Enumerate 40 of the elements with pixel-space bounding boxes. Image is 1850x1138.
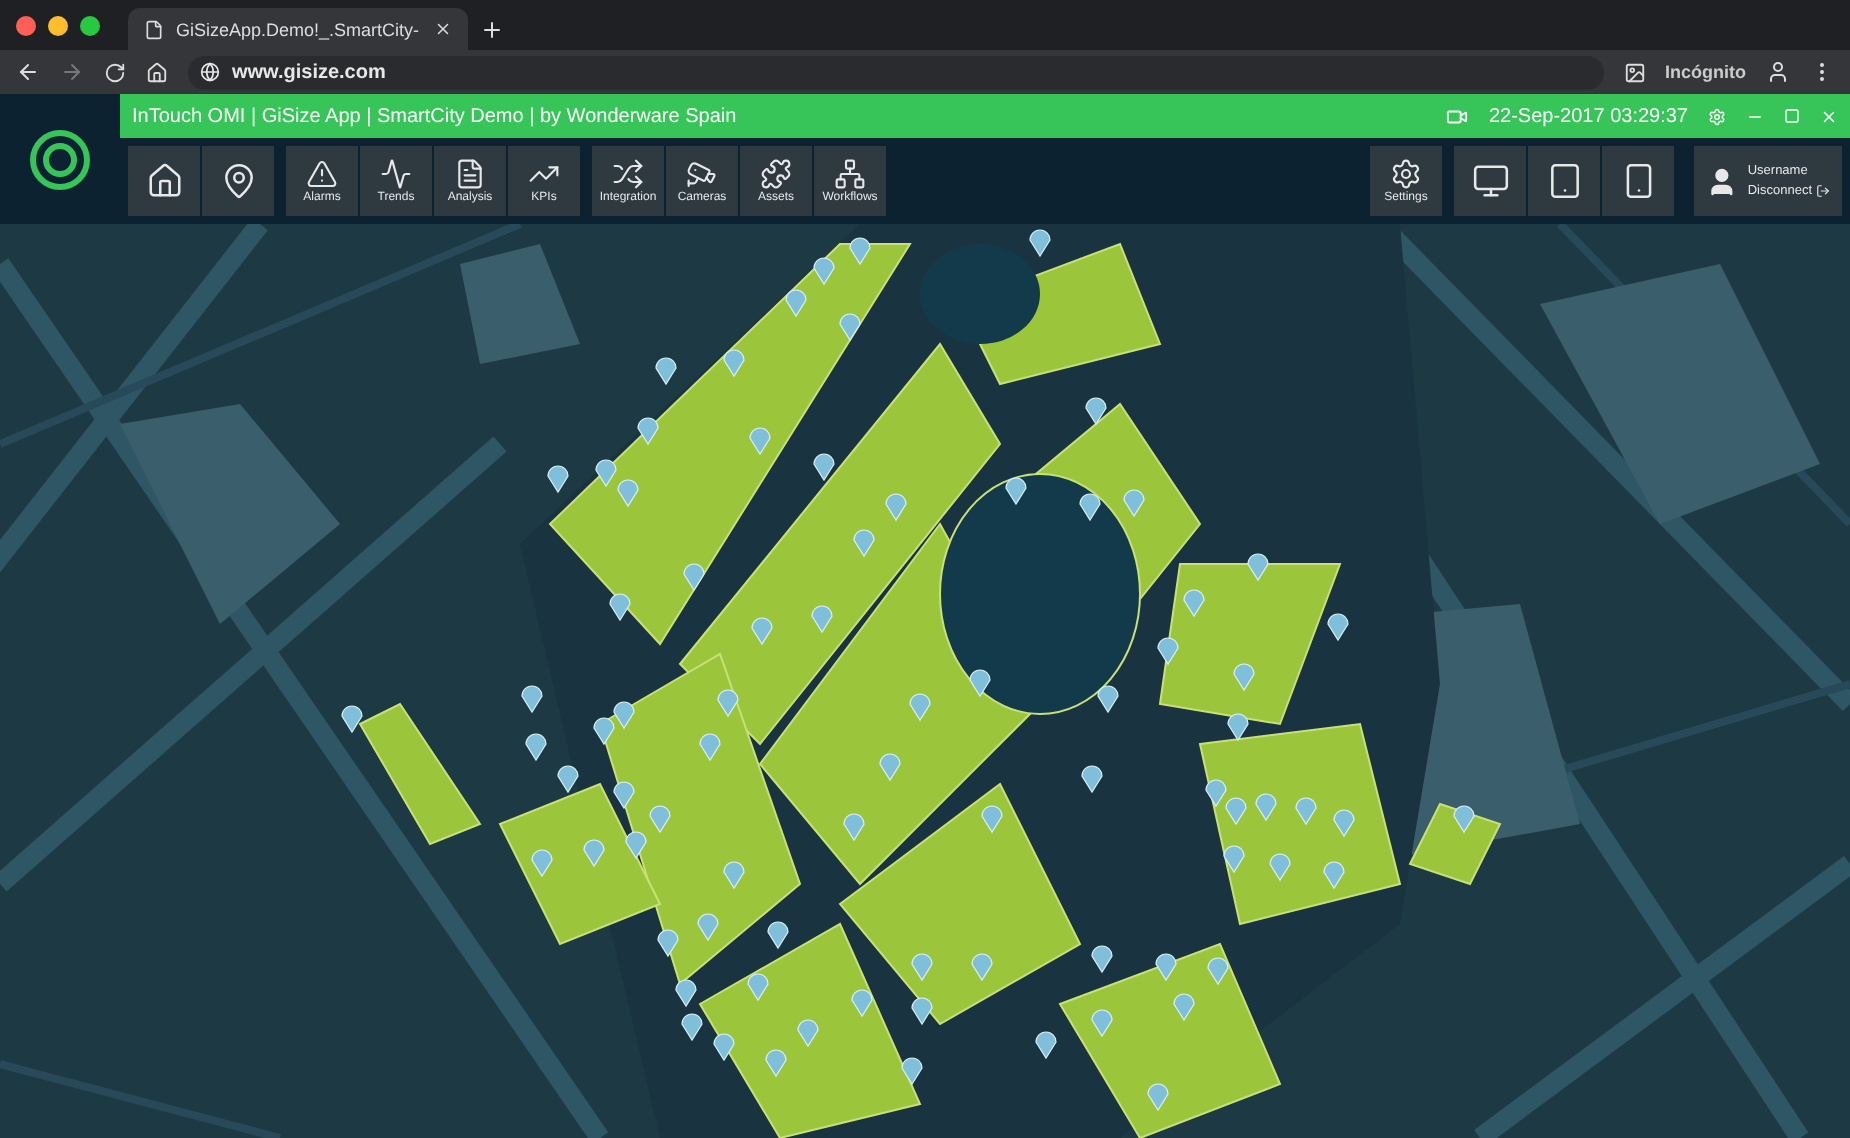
- warning-icon: [306, 158, 338, 190]
- zoom-window-button[interactable]: [80, 15, 100, 35]
- document-icon: [454, 158, 486, 190]
- reload-icon[interactable]: [104, 61, 126, 83]
- phone-button[interactable]: [1602, 146, 1674, 216]
- close-icon[interactable]: [434, 20, 452, 38]
- tab-title: GiSizeApp.Demo!_.SmartCity-: [176, 19, 422, 39]
- monitor-icon: [1471, 162, 1509, 200]
- logo-icon: [28, 127, 92, 191]
- camera-icon: [686, 158, 718, 190]
- arrows-icon: [612, 158, 644, 190]
- address-bar[interactable]: www.gisize.com: [188, 55, 1603, 89]
- hierarchy-icon: [834, 158, 866, 190]
- image-icon[interactable]: [1623, 61, 1645, 83]
- url-text: www.gisize.com: [232, 61, 386, 83]
- back-icon[interactable]: [16, 60, 40, 84]
- globe-icon: [200, 62, 220, 82]
- profile-label: Incógnito: [1665, 62, 1746, 82]
- tablet-icon: [1545, 162, 1583, 200]
- date-time: 22-Sep-2017 03:29:37: [1488, 105, 1688, 127]
- tablet-button[interactable]: [1528, 146, 1600, 216]
- monitor-button[interactable]: [1454, 146, 1526, 216]
- minimize-window-button[interactable]: [48, 15, 68, 35]
- chart-icon: [380, 158, 412, 190]
- browser-tab[interactable]: GiSizeApp.Demo!_.SmartCity-: [128, 8, 468, 50]
- map-pin-icon: [219, 162, 257, 200]
- close-window-button[interactable]: [16, 15, 36, 35]
- puzzle-icon: [760, 158, 792, 190]
- forward-icon[interactable]: [60, 60, 84, 84]
- app-title: InTouch OMI | GiSize App | SmartCity Demo | by Wonderware Spain: [132, 105, 739, 127]
- settings-icon: [1390, 158, 1422, 190]
- user-icon: [1706, 165, 1738, 197]
- map-pin-button[interactable]: [202, 146, 274, 216]
- new-tab-icon[interactable]: [480, 18, 504, 42]
- avatar-icon[interactable]: [1766, 60, 1790, 84]
- home-button[interactable]: [128, 146, 200, 216]
- page-icon: [144, 19, 164, 39]
- logout-icon: [1816, 184, 1830, 198]
- home-icon[interactable]: [146, 61, 168, 83]
- home-icon: [145, 162, 183, 200]
